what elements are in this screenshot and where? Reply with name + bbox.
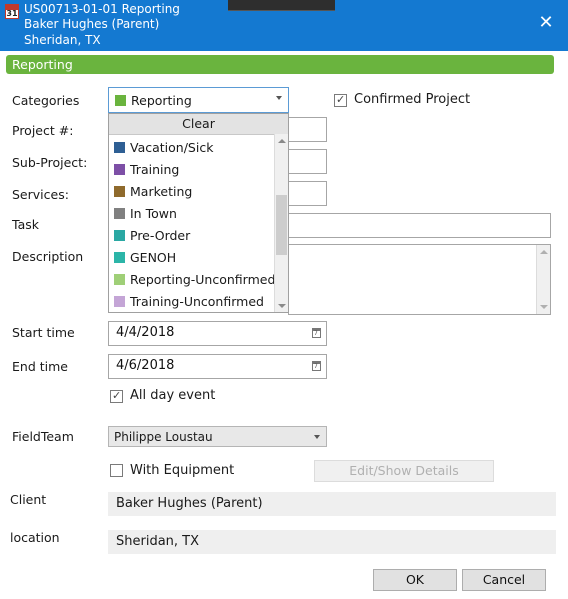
ok-button[interactable]: OK bbox=[373, 569, 457, 591]
scroll-up-arrow-icon[interactable] bbox=[278, 139, 286, 143]
option-label: Marketing bbox=[130, 184, 193, 199]
location-label: location bbox=[10, 530, 60, 545]
option-label: GENOH bbox=[130, 250, 177, 265]
end-time-input[interactable]: 4/6/2018 bbox=[108, 354, 327, 379]
end-time-value: 4/6/2018 bbox=[116, 358, 175, 373]
fieldteam-value: Philippe Loustau bbox=[114, 430, 213, 444]
dropdown-scrollbar[interactable] bbox=[274, 134, 288, 312]
start-time-label: Start time bbox=[12, 325, 75, 340]
confirmed-project-checkbox[interactable] bbox=[334, 93, 347, 107]
category-banner: Reporting bbox=[6, 55, 554, 74]
description-label: Description bbox=[12, 249, 84, 264]
project-number-label: Project #: bbox=[12, 123, 74, 138]
dropdown-option[interactable]: In Town bbox=[114, 203, 177, 225]
task-input[interactable] bbox=[288, 213, 551, 238]
categories-value: Reporting bbox=[131, 93, 192, 108]
fieldteam-combobox[interactable]: Philippe Loustau bbox=[108, 426, 327, 447]
option-color-swatch bbox=[114, 296, 125, 307]
confirmed-project-label: Confirmed Project bbox=[354, 92, 471, 107]
window-title-line-2: Baker Hughes (Parent) bbox=[24, 17, 160, 31]
window-title-line-3: Sheridan, TX bbox=[24, 33, 101, 47]
sub-project-label: Sub-Project: bbox=[12, 155, 88, 170]
calendar-icon[interactable] bbox=[312, 361, 321, 371]
calendar-icon[interactable] bbox=[312, 328, 321, 338]
option-color-swatch bbox=[114, 186, 125, 197]
task-label: Task bbox=[12, 217, 39, 232]
description-scrollbar[interactable] bbox=[536, 245, 550, 314]
dropdown-option[interactable]: Vacation/Sick bbox=[114, 137, 213, 159]
option-label: Training bbox=[130, 162, 180, 177]
with-equipment-checkbox[interactable] bbox=[110, 464, 123, 477]
services-label: Services: bbox=[12, 187, 69, 202]
dropdown-option[interactable]: Marketing bbox=[114, 181, 192, 203]
option-color-swatch bbox=[114, 142, 125, 153]
dropdown-option[interactable]: Pre-Order bbox=[114, 225, 190, 247]
all-day-event-checkbox[interactable] bbox=[110, 389, 123, 403]
categories-label: Categories bbox=[12, 93, 80, 108]
sub-project-input[interactable] bbox=[288, 149, 327, 174]
option-color-swatch bbox=[114, 164, 125, 175]
location-value: Sheridan, TX bbox=[108, 530, 556, 554]
categories-dropdown-list: Clear Vacation/Sick Training Marketing In T… bbox=[108, 113, 289, 313]
chevron-down-icon[interactable] bbox=[276, 96, 282, 100]
option-label: Vacation/Sick bbox=[130, 140, 214, 155]
option-color-swatch bbox=[114, 208, 125, 219]
start-time-value: 4/4/2018 bbox=[116, 325, 175, 340]
client-label: Client bbox=[10, 492, 47, 507]
dropdown-option[interactable]: Reporting-Unconfirmed bbox=[114, 269, 275, 291]
start-time-input[interactable]: 4/4/2018 bbox=[108, 321, 327, 346]
clear-option[interactable]: Clear bbox=[109, 114, 288, 135]
client-value: Baker Hughes (Parent) bbox=[108, 492, 556, 516]
option-color-swatch bbox=[114, 230, 125, 241]
dropdown-option[interactable]: Training bbox=[114, 159, 179, 181]
chevron-down-icon[interactable] bbox=[314, 435, 320, 439]
end-time-label: End time bbox=[12, 359, 68, 374]
window-notch bbox=[228, 0, 335, 11]
categories-color-swatch bbox=[115, 95, 126, 106]
option-label: In Town bbox=[130, 206, 177, 221]
with-equipment-label: With Equipment bbox=[130, 463, 235, 478]
window-title-line-1: US00713-01-01 Reporting bbox=[24, 2, 180, 16]
option-color-swatch bbox=[114, 274, 125, 285]
option-color-swatch bbox=[114, 252, 125, 263]
all-day-event-label: All day event bbox=[130, 388, 216, 403]
project-number-input[interactable] bbox=[288, 117, 327, 142]
cancel-button[interactable]: Cancel bbox=[462, 569, 546, 591]
calendar-icon-number: 31 bbox=[6, 9, 18, 18]
option-label: Reporting-Unconfirmed bbox=[130, 272, 276, 287]
option-label: Training-Unconfirmed bbox=[130, 294, 264, 309]
dropdown-scroll-thumb[interactable] bbox=[276, 195, 287, 256]
categories-combobox[interactable]: Reporting bbox=[108, 87, 289, 113]
edit-show-details-button[interactable]: Edit/Show Details bbox=[314, 460, 494, 482]
scroll-down-arrow-icon[interactable] bbox=[278, 304, 286, 308]
dropdown-option[interactable]: GENOH bbox=[114, 247, 176, 269]
option-label: Pre-Order bbox=[130, 228, 191, 243]
description-textarea[interactable] bbox=[288, 244, 551, 315]
close-icon[interactable]: ✕ bbox=[537, 14, 555, 32]
fieldteam-label: FieldTeam bbox=[12, 429, 74, 444]
services-input[interactable] bbox=[288, 181, 327, 206]
dropdown-option[interactable]: Training-Unconfirmed bbox=[114, 291, 264, 312]
calendar-app-icon: 31 bbox=[5, 4, 19, 19]
